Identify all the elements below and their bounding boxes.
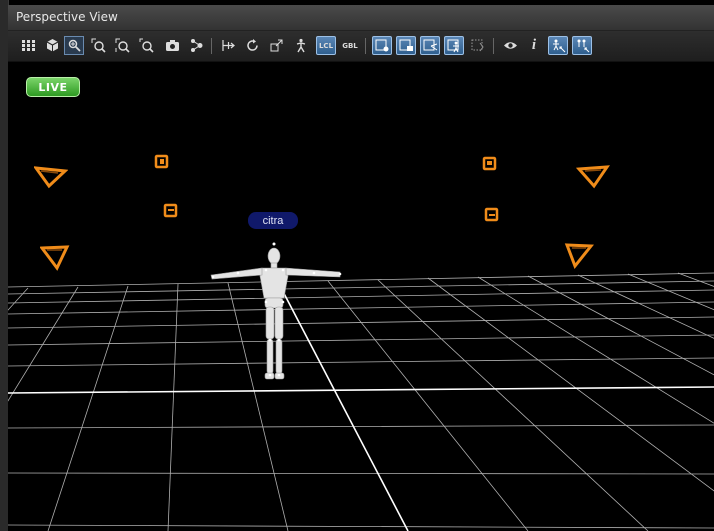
show-rays-icon[interactable] (420, 36, 440, 55)
title-bar: Perspective View (8, 5, 714, 31)
live-status-badge: LIVE (26, 77, 80, 97)
perspective-view-window: Perspective View LCL GBL i LIVE citra (0, 0, 714, 531)
3d-viewport[interactable]: LIVE citra (8, 62, 714, 531)
character-pose-icon[interactable] (291, 36, 311, 55)
toolbar-separator (493, 38, 494, 54)
zoom-in-icon[interactable] (88, 36, 108, 55)
actor-select-icon[interactable] (548, 36, 568, 55)
translate-tool-icon[interactable] (218, 36, 238, 55)
visibility-eye-icon[interactable] (500, 36, 520, 55)
actor-multi-select-icon[interactable] (572, 36, 592, 55)
scale-tool-icon[interactable] (266, 36, 286, 55)
perspective-cube-icon[interactable] (42, 36, 62, 55)
viewport-toolbar: LCL GBL i (8, 31, 714, 62)
tracker-icon[interactable] (186, 36, 206, 55)
zoom-extents-icon[interactable] (112, 36, 132, 55)
toolbar-separator (365, 38, 366, 54)
global-space-button[interactable]: GBL (340, 36, 360, 55)
layout-grid-icon[interactable] (18, 36, 38, 55)
zoom-pan-icon[interactable] (64, 36, 84, 55)
toolbar-separator (211, 38, 212, 54)
local-space-button[interactable]: LCL (316, 36, 336, 55)
camera-snapshot-icon[interactable] (162, 36, 182, 55)
show-skeleton-icon[interactable] (444, 36, 464, 55)
actor-skeleton[interactable] (8, 62, 714, 531)
rotate-tool-icon[interactable] (242, 36, 262, 55)
window-title: Perspective View (16, 10, 118, 24)
show-markers-icon[interactable] (372, 36, 392, 55)
zoom-selected-icon[interactable] (136, 36, 156, 55)
show-volume-icon[interactable] (468, 36, 488, 55)
info-icon[interactable]: i (524, 36, 544, 55)
actor-name-label: citra (248, 212, 298, 229)
show-cameras-icon[interactable] (396, 36, 416, 55)
